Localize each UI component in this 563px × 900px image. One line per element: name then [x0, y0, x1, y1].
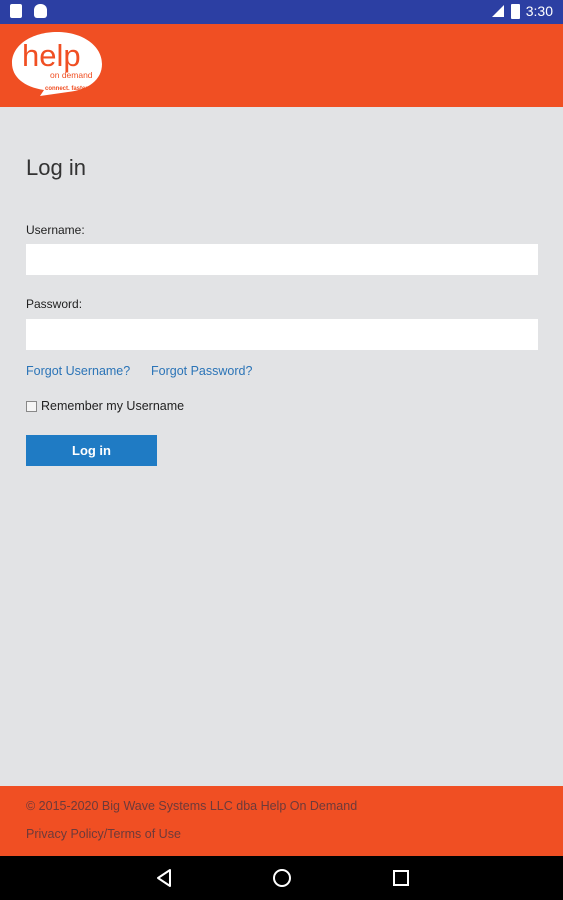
login-button[interactable]: Log in: [26, 435, 157, 466]
remember-username-label: Remember my Username: [41, 399, 185, 413]
forgot-username-link[interactable]: Forgot Username?: [26, 364, 130, 378]
android-icon: [34, 4, 47, 18]
status-time: 3:30: [525, 3, 553, 19]
svg-text:on demand: on demand: [50, 70, 93, 80]
password-input[interactable]: [26, 319, 538, 350]
signal-icon: [491, 5, 504, 17]
home-icon[interactable]: [270, 866, 294, 890]
remember-username-row: Remember my Username: [26, 399, 184, 413]
battery-icon: [510, 3, 520, 19]
app-header: help on demand connect. faster: [0, 24, 563, 107]
svg-text:connect. faster: connect. faster: [45, 86, 88, 92]
password-label: Password:: [26, 297, 83, 311]
svg-text:help: help: [22, 38, 81, 73]
forgot-password-link[interactable]: Forgot Password?: [151, 364, 252, 378]
help-on-demand-logo: help on demand connect. faster: [12, 32, 102, 96]
login-panel: Log in Username: Password: Forgot Userna…: [0, 107, 563, 786]
remember-username-checkbox[interactable]: [26, 400, 37, 412]
page-title: Log in: [26, 155, 86, 180]
android-nav-bar: [0, 856, 563, 900]
username-input[interactable]: [26, 244, 538, 275]
status-bar: 3:30: [0, 0, 563, 24]
username-label: Username:: [26, 223, 85, 237]
copyright-text: © 2015-2020 Big Wave Systems LLC dba Hel…: [26, 799, 358, 813]
back-icon[interactable]: [152, 866, 176, 890]
recents-icon[interactable]: [389, 866, 413, 890]
footer: © 2015-2020 Big Wave Systems LLC dba Hel…: [0, 786, 563, 856]
privacy-terms-link[interactable]: Privacy Policy/Terms of Use: [26, 827, 181, 841]
sd-card-icon: [10, 4, 22, 18]
